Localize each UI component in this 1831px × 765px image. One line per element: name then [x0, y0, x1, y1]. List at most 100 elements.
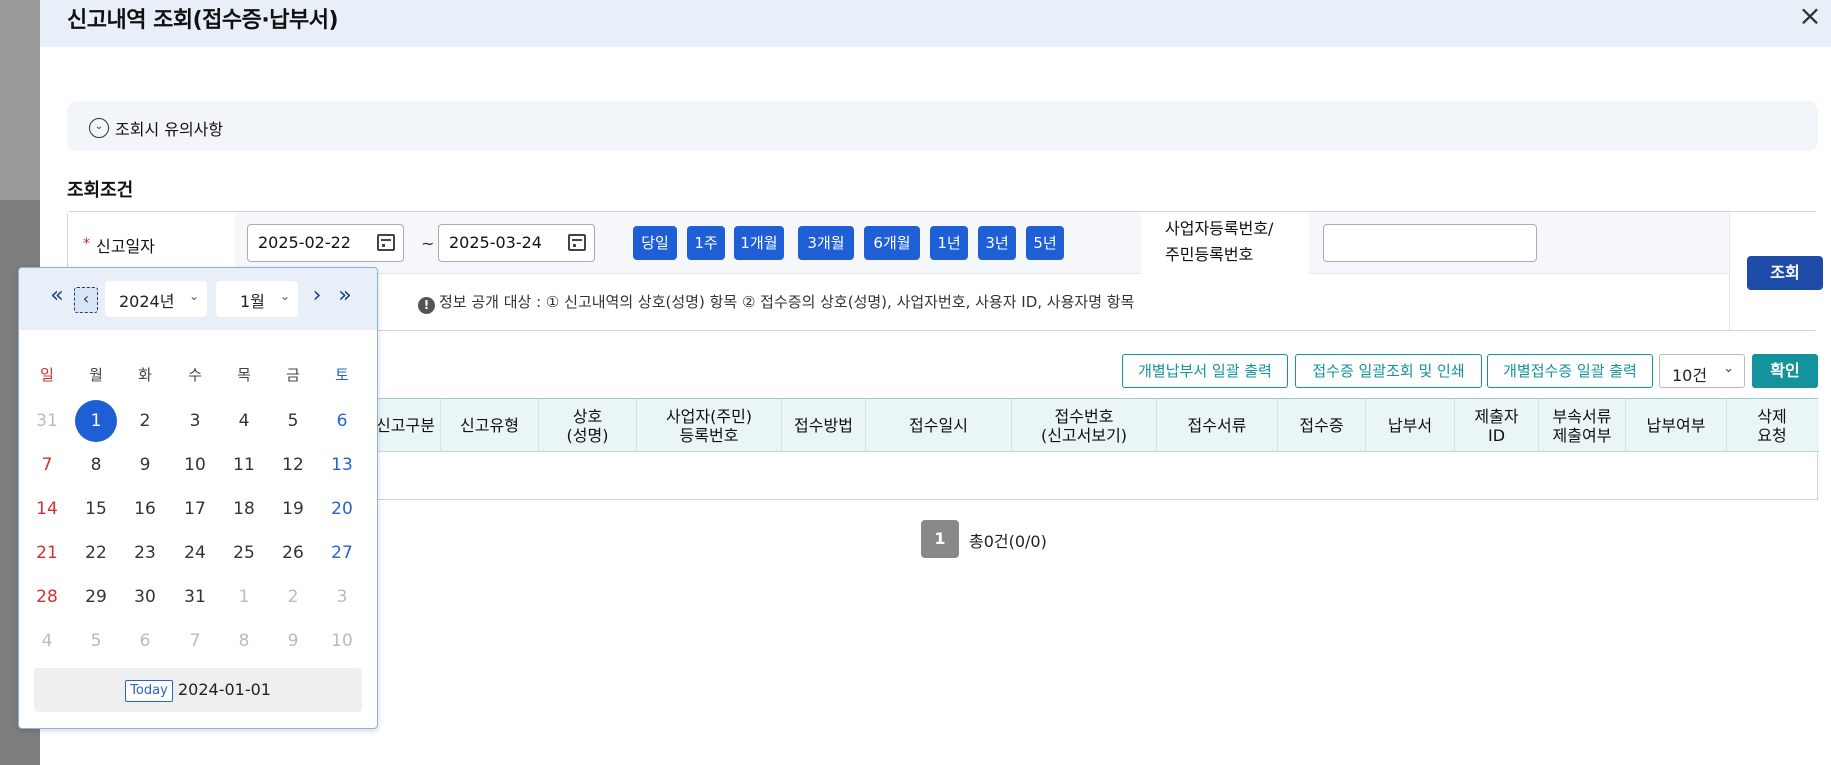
- calendar-day[interactable]: 31: [26, 400, 68, 442]
- calendar-day[interactable]: 15: [75, 488, 117, 530]
- range-button-1year[interactable]: 1년: [930, 226, 968, 260]
- biz-number-label-line2: 주민등록번호: [1165, 245, 1254, 264]
- date-separator: ~: [421, 234, 435, 253]
- calendar-icon[interactable]: [568, 234, 586, 251]
- modal-title: 신고내역 조회(접수증·납부서): [67, 8, 339, 33]
- column-header: 부속서류 제출여부: [1539, 399, 1626, 452]
- calendar-day[interactable]: 8: [223, 620, 265, 662]
- calendar-day[interactable]: 6: [321, 400, 363, 442]
- calendar-day[interactable]: 3: [321, 576, 363, 618]
- today-button[interactable]: Today: [125, 680, 173, 702]
- calendar-day[interactable]: 30: [124, 576, 166, 618]
- prev-year-icon[interactable]: «: [45, 282, 69, 312]
- chevron-down-icon: ⌄: [188, 289, 199, 303]
- notice-accordion[interactable]: ⌄ 조회시 유의사항: [67, 101, 1818, 151]
- column-header: 접수방법: [782, 399, 866, 452]
- page-number-button[interactable]: 1: [921, 520, 959, 558]
- calendar-day[interactable]: 7: [26, 444, 68, 486]
- calendar-day[interactable]: 1: [75, 400, 117, 442]
- calendar-day[interactable]: 2: [272, 576, 314, 618]
- page-size-select[interactable]: 10건 ⌄: [1659, 354, 1745, 388]
- calendar-day[interactable]: 24: [174, 532, 216, 574]
- close-icon[interactable]: ×: [1795, 2, 1825, 32]
- biz-number-input[interactable]: [1323, 224, 1537, 262]
- calendar-day[interactable]: 10: [321, 620, 363, 662]
- datepicker-popup: « ‹ 2024년 ⌄ 1월 ⌄ › » 일 월 화 수 목 금 토 31 1 2 3…: [18, 267, 378, 729]
- page-size-value: 10건: [1672, 366, 1708, 385]
- calendar-day[interactable]: 26: [272, 532, 314, 574]
- calendar-day[interactable]: 5: [75, 620, 117, 662]
- calendar-day[interactable]: 14: [26, 488, 68, 530]
- column-header: 신고유형: [441, 399, 539, 452]
- calendar-day[interactable]: 20: [321, 488, 363, 530]
- calendar-day[interactable]: 9: [124, 444, 166, 486]
- calendar-day[interactable]: 12: [272, 444, 314, 486]
- end-date-input[interactable]: 2025-03-24: [438, 224, 595, 262]
- calendar-day[interactable]: 23: [124, 532, 166, 574]
- calendar-day[interactable]: 17: [174, 488, 216, 530]
- calendar-day[interactable]: 21: [26, 532, 68, 574]
- calendar-day[interactable]: 10: [174, 444, 216, 486]
- calendar-day[interactable]: 29: [75, 576, 117, 618]
- range-button-3years[interactable]: 3년: [978, 226, 1016, 260]
- month-value: 1월: [240, 292, 265, 311]
- calendar-day[interactable]: 3: [174, 400, 216, 442]
- column-header: 납부여부: [1626, 399, 1727, 452]
- disclosure-info: ! 정보 공개 대상 : ① 신고내역의 상호(성명) 항목 ② 접수증의 상호(…: [418, 291, 1134, 314]
- range-button-1week[interactable]: 1주: [687, 226, 725, 260]
- chevron-down-circle-icon: ⌄: [89, 118, 109, 138]
- calendar-day[interactable]: 9: [272, 620, 314, 662]
- weekday-label: 금: [286, 366, 300, 384]
- total-count: 총0건(0/0): [969, 532, 1047, 551]
- calendar-day[interactable]: 19: [272, 488, 314, 530]
- calendar-day[interactable]: 4: [26, 620, 68, 662]
- selected-date-value: 2024-01-01: [178, 680, 271, 699]
- calendar-day[interactable]: 11: [223, 444, 265, 486]
- search-button-cell: 조회: [1729, 212, 1823, 330]
- start-date-value: 2025-02-22: [258, 233, 351, 252]
- column-header: 납부서: [1366, 399, 1455, 452]
- month-select[interactable]: 1월 ⌄: [216, 281, 298, 317]
- calendar-day[interactable]: 22: [75, 532, 117, 574]
- confirm-button[interactable]: 확인: [1752, 354, 1818, 388]
- date-row: 2025-02-22 ~ 2025-03-24 당일 1주 1개월 3개월 6개…: [235, 212, 1777, 274]
- prev-month-icon[interactable]: ‹: [74, 287, 98, 313]
- range-button-5years[interactable]: 5년: [1026, 226, 1064, 260]
- calendar-day[interactable]: 28: [26, 576, 68, 618]
- range-button-3months[interactable]: 3개월: [798, 226, 854, 260]
- calendar-day[interactable]: 13: [321, 444, 363, 486]
- calendar-day[interactable]: 8: [75, 444, 117, 486]
- calendar-day[interactable]: 18: [223, 488, 265, 530]
- next-year-icon[interactable]: »: [333, 282, 357, 312]
- start-date-input[interactable]: 2025-02-22: [247, 224, 404, 262]
- calendar-day[interactable]: 25: [223, 532, 265, 574]
- notice-label: 조회시 유의사항: [115, 120, 224, 139]
- calendar-day[interactable]: 5: [272, 400, 314, 442]
- calendar-day[interactable]: 6: [124, 620, 166, 662]
- table-header: 신고구분 신고유형 상호 (성명) 사업자(주민) 등록번호 접수방법 접수일시…: [371, 399, 1819, 452]
- search-button[interactable]: 조회: [1747, 256, 1823, 290]
- next-month-icon[interactable]: ›: [305, 282, 329, 312]
- biz-number-label: 사업자등록번호/ 주민등록번호: [1141, 212, 1309, 274]
- calendar-day[interactable]: 31: [174, 576, 216, 618]
- year-select[interactable]: 2024년 ⌄: [105, 281, 207, 317]
- column-header: 제출자 ID: [1455, 399, 1539, 452]
- calendar-icon[interactable]: [377, 234, 395, 251]
- range-button-6months[interactable]: 6개월: [864, 226, 920, 260]
- bulk-receipt-print-button[interactable]: 개별접수증 일괄 출력: [1487, 354, 1653, 388]
- calendar-day[interactable]: 27: [321, 532, 363, 574]
- date-label: 신고일자: [96, 237, 155, 256]
- calendar-day[interactable]: 4: [223, 400, 265, 442]
- modal-header: 신고내역 조회(접수증·납부서) ×: [40, 0, 1831, 47]
- weekday-label: 목: [237, 366, 251, 384]
- chevron-down-icon: ⌄: [1723, 361, 1734, 376]
- calendar-day[interactable]: 1: [223, 576, 265, 618]
- range-button-today[interactable]: 당일: [633, 226, 677, 260]
- year-value: 2024년: [119, 292, 175, 311]
- range-button-1month[interactable]: 1개월: [734, 226, 784, 260]
- calendar-day[interactable]: 2: [124, 400, 166, 442]
- calendar-day[interactable]: 7: [174, 620, 216, 662]
- calendar-day[interactable]: 16: [124, 488, 166, 530]
- receipt-bulk-print-button[interactable]: 접수증 일괄조회 및 인쇄: [1295, 354, 1482, 388]
- bulk-payment-print-button[interactable]: 개별납부서 일괄 출력: [1122, 354, 1288, 388]
